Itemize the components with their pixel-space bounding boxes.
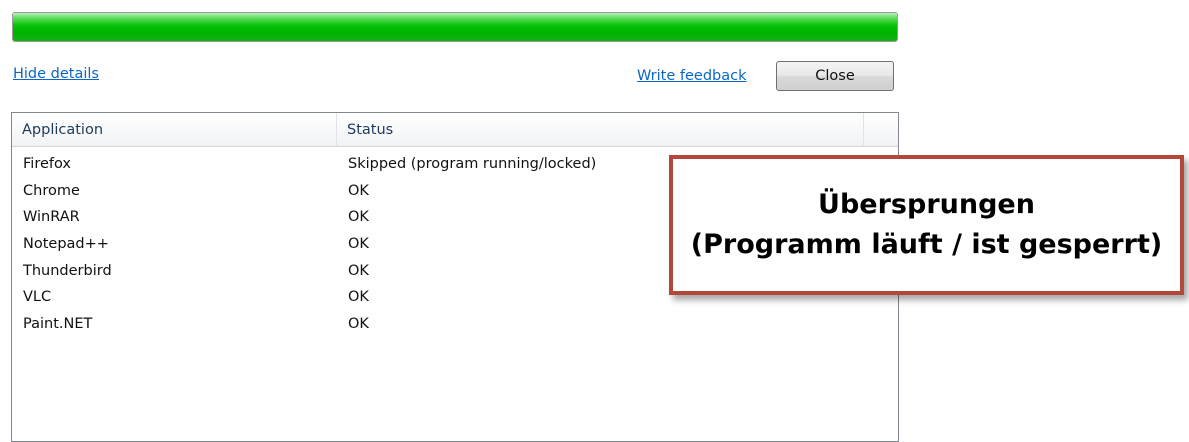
application-cell: VLC bbox=[23, 289, 52, 306]
table-row[interactable]: Paint.NET OK bbox=[12, 311, 898, 338]
annotation-title: Übersprungen bbox=[818, 189, 1035, 220]
application-cell: Chrome bbox=[23, 182, 80, 199]
write-feedback-link[interactable]: Write feedback bbox=[637, 68, 747, 84]
annotation-callout: Übersprungen (Programm läuft / ist gespe… bbox=[669, 155, 1184, 295]
annotation-subtitle: (Programm läuft / ist gesperrt) bbox=[690, 229, 1163, 260]
column-header-application[interactable]: Application bbox=[12, 113, 337, 146]
application-cell: Notepad++ bbox=[23, 236, 109, 253]
application-cell: WinRAR bbox=[23, 209, 80, 226]
column-header-filler bbox=[864, 113, 898, 146]
close-button[interactable]: Close bbox=[776, 61, 894, 91]
progress-bar-fill bbox=[13, 13, 897, 41]
application-cell: Paint.NET bbox=[23, 316, 93, 333]
status-cell: OK bbox=[348, 182, 369, 199]
status-cell: OK bbox=[348, 236, 369, 253]
list-header: Application Status bbox=[12, 113, 898, 147]
application-cell: Thunderbird bbox=[23, 262, 112, 279]
hide-details-link[interactable]: Hide details bbox=[13, 66, 99, 82]
status-cell: OK bbox=[348, 316, 369, 333]
status-cell: OK bbox=[348, 209, 369, 226]
application-cell: Firefox bbox=[23, 156, 71, 172]
progress-bar bbox=[12, 12, 898, 42]
column-header-status[interactable]: Status bbox=[337, 113, 864, 146]
status-cell: Skipped (program running/locked) bbox=[348, 156, 597, 172]
status-cell: OK bbox=[348, 289, 369, 306]
status-cell: OK bbox=[348, 262, 369, 279]
